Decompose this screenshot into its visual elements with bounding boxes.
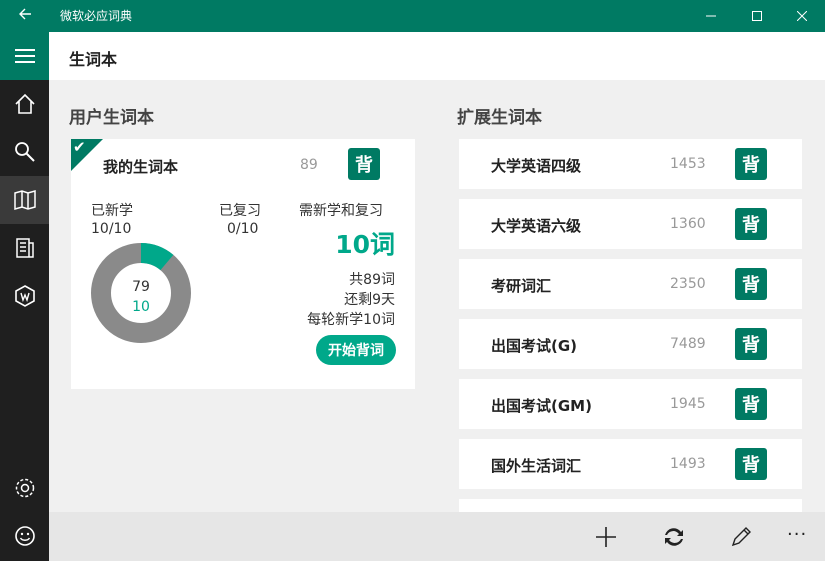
- recite-button[interactable]: 背: [735, 268, 767, 300]
- ext-wordbook-name: 大学英语四级: [491, 157, 582, 175]
- wordbook-name: 我的生词本: [103, 158, 179, 176]
- user-section-title: 用户生词本: [69, 108, 154, 128]
- ext-wordbook-item[interactable]: 出国考试(G) 7489 背: [459, 319, 802, 369]
- ext-wordbook-name: 出国考试(GM): [491, 397, 592, 415]
- days-left-line: 还剩9天: [344, 292, 395, 308]
- home-icon[interactable]: [0, 80, 49, 128]
- ext-wordbook-item[interactable]: 国外生活词汇 1493 背: [459, 439, 802, 489]
- ext-wordbook-count: 1360: [670, 216, 706, 232]
- new-learned-label: 已新学: [91, 203, 133, 219]
- back-arrow-icon[interactable]: [12, 6, 38, 26]
- ext-wordbook-item[interactable]: 大学英语四级 1453 背: [459, 139, 802, 189]
- need-value: 10词: [335, 230, 395, 259]
- recite-button[interactable]: 背: [735, 388, 767, 420]
- reviewed-value: 0/10: [227, 221, 259, 237]
- ext-wordbook-item[interactable]: 考研词汇 2350 背: [459, 259, 802, 309]
- sync-icon[interactable]: [659, 522, 689, 552]
- ext-wordbook-name: 考研词汇: [491, 277, 552, 295]
- menu-icon[interactable]: [0, 32, 49, 80]
- maximize-button[interactable]: [734, 0, 780, 32]
- per-round-line: 每轮新学10词: [307, 312, 395, 328]
- donut-top-number: 79: [132, 279, 150, 295]
- ext-wordbook-count: 1453: [670, 156, 706, 172]
- page-header: 生词本: [49, 32, 825, 80]
- my-wordbook-card[interactable]: ✔ 我的生词本 89 背 已新学 10/10 已复习 0/10 需新学和复习 1…: [71, 139, 415, 389]
- ext-wordbook-count: 1945: [670, 396, 706, 412]
- sidebar: [0, 32, 49, 561]
- smiley-icon[interactable]: [0, 512, 49, 560]
- ext-wordbook-count: 2350: [670, 276, 706, 292]
- close-button[interactable]: [779, 0, 825, 32]
- search-icon[interactable]: [0, 128, 49, 176]
- new-learned-value: 10/10: [91, 221, 132, 237]
- bottom-app-bar: ···: [49, 512, 825, 561]
- recite-button[interactable]: 背: [735, 448, 767, 480]
- recite-button[interactable]: 背: [735, 148, 767, 180]
- ext-section-title: 扩展生词本: [457, 108, 542, 128]
- reviewed-label: 已复习: [219, 203, 261, 219]
- recite-button[interactable]: 背: [735, 208, 767, 240]
- ext-wordbook-name: 国外生活词汇: [491, 457, 582, 475]
- ext-wordbook-name: 出国考试(G): [491, 337, 578, 355]
- app-title: 微软必应词典: [60, 9, 133, 23]
- ext-wordbook-item[interactable]: 大学英语六级 1360 背: [459, 199, 802, 249]
- settings-icon[interactable]: [0, 464, 49, 512]
- wordchallenge-icon[interactable]: [0, 272, 49, 320]
- ext-wordbook-item-partial[interactable]: [459, 499, 802, 512]
- book-icon[interactable]: [0, 176, 49, 224]
- total-words-line: 共89词: [349, 272, 395, 288]
- more-options-icon[interactable]: ···: [787, 524, 807, 545]
- minimize-button[interactable]: [688, 0, 734, 32]
- checkmark-icon: ✔: [73, 138, 86, 156]
- page-title: 生词本: [69, 50, 118, 69]
- edit-icon[interactable]: [726, 522, 756, 552]
- recite-button[interactable]: 背: [348, 148, 380, 180]
- ext-wordbook-count: 7489: [670, 336, 706, 352]
- ext-wordbook-name: 大学英语六级: [491, 217, 582, 235]
- ext-wordbook-item[interactable]: 出国考试(GM) 1945 背: [459, 379, 802, 429]
- recite-button[interactable]: 背: [735, 328, 767, 360]
- wordbook-count: 89: [300, 157, 318, 173]
- news-icon[interactable]: [0, 224, 49, 272]
- start-recite-button[interactable]: 开始背词: [316, 335, 396, 365]
- add-icon[interactable]: [591, 522, 621, 552]
- need-label: 需新学和复习: [299, 203, 383, 219]
- title-bar: 微软必应词典: [0, 0, 825, 32]
- donut-bottom-number: 10: [132, 299, 150, 315]
- ext-wordbook-count: 1493: [670, 456, 706, 472]
